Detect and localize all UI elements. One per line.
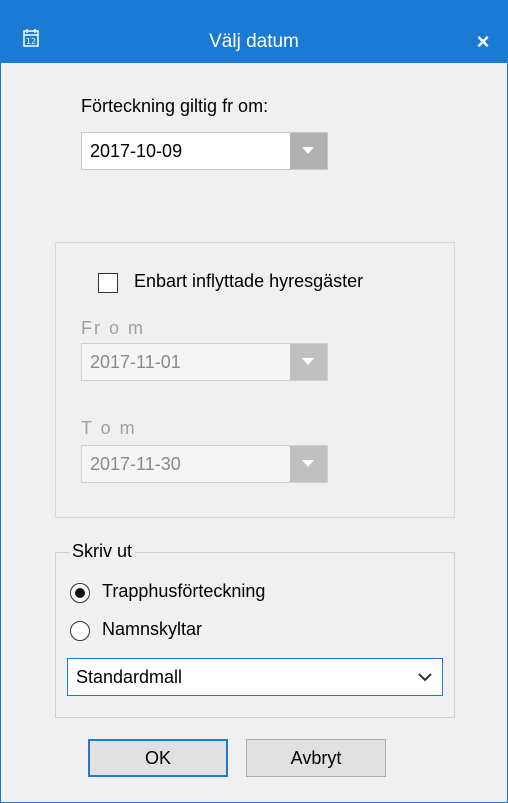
radio-stairwell-list[interactable] bbox=[70, 583, 90, 603]
from-date-label: Fr o m bbox=[81, 318, 145, 338]
to-date-label: T o m bbox=[81, 418, 137, 438]
only-moved-in-checkbox[interactable] bbox=[98, 273, 118, 293]
radio-name-plates-label: Namnskyltar bbox=[102, 619, 203, 639]
print-group-title: Skriv ut bbox=[69, 541, 136, 562]
from-date-value: 2017-11-01 bbox=[90, 352, 181, 372]
radio-name-plates[interactable] bbox=[70, 621, 90, 641]
template-select-value: Standardmall bbox=[76, 667, 183, 687]
to-date-value: 2017-11-30 bbox=[90, 454, 181, 474]
to-date-dropdown-button[interactable] bbox=[290, 446, 327, 482]
from-date-dropdown-button[interactable] bbox=[290, 344, 327, 380]
chevron-down-icon bbox=[302, 460, 314, 467]
ok-button[interactable]: OK bbox=[88, 739, 228, 777]
chevron-down-icon bbox=[302, 358, 314, 365]
window-title: Välj datum bbox=[209, 31, 299, 52]
dialog-window: 12 Välj datum × Förteckning giltig fr om… bbox=[0, 0, 508, 803]
to-date-combo[interactable]: 2017-11-30 bbox=[81, 445, 328, 483]
valid-from-label: Förteckning giltig fr om: bbox=[81, 96, 269, 116]
radio-selected-dot bbox=[75, 588, 85, 598]
valid-from-date-value: 2017-10-09 bbox=[90, 141, 183, 161]
only-moved-in-label: Enbart inflyttade hyresgäster bbox=[134, 271, 364, 291]
radio-stairwell-list-label: Trapphusförteckning bbox=[102, 581, 266, 601]
chevron-down-icon bbox=[302, 147, 314, 154]
valid-from-dropdown-button[interactable] bbox=[290, 133, 327, 169]
valid-from-date-combo[interactable]: 2017-10-09 bbox=[81, 132, 328, 170]
cancel-button[interactable]: Avbryt bbox=[246, 739, 386, 777]
title-bar[interactable]: 12 Välj datum × bbox=[1, 1, 507, 63]
from-date-combo[interactable]: 2017-11-01 bbox=[81, 343, 328, 381]
chevron-down-icon bbox=[418, 673, 432, 682]
template-select[interactable]: Standardmall bbox=[67, 658, 443, 696]
close-button[interactable]: × bbox=[469, 28, 497, 56]
